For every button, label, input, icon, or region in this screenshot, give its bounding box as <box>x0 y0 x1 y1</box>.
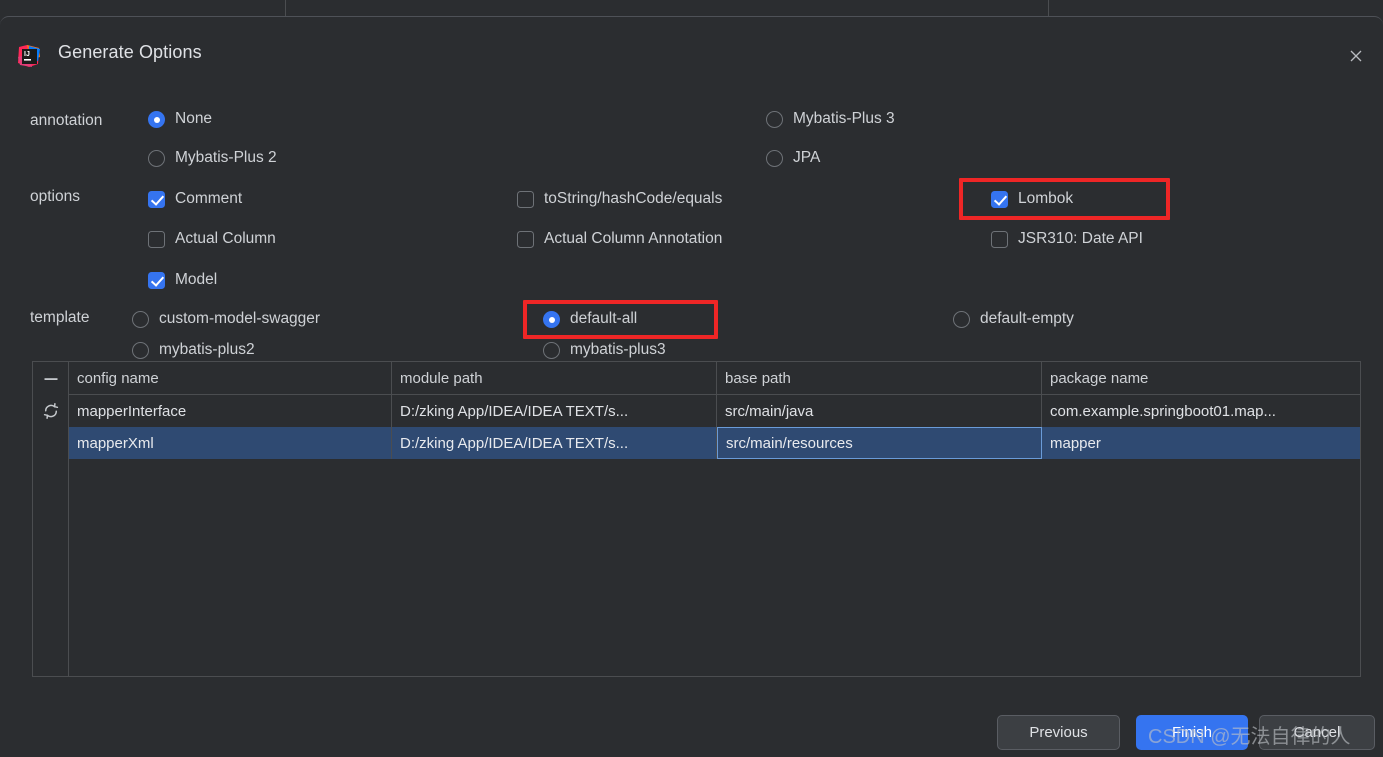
svg-text:IJ: IJ <box>24 51 30 58</box>
cell-base-path[interactable]: src/main/resources <box>717 427 1042 459</box>
config-table: config name module path base path packag… <box>32 361 1361 677</box>
checkbox-label: toString/hashCode/equals <box>544 190 723 208</box>
radio-template-default-empty[interactable]: default-empty <box>953 311 1074 328</box>
radio-annotation-jpa[interactable]: JPA <box>766 150 820 167</box>
table-body-area: config name module path base path packag… <box>69 362 1360 676</box>
checkbox-comment[interactable]: Comment <box>148 191 242 208</box>
checkbox-label: JSR310: Date API <box>1018 230 1143 248</box>
ide-strip-divider <box>1048 0 1049 16</box>
cell-config-name[interactable]: mapperInterface <box>69 395 392 427</box>
table-empty-space <box>69 459 1360 676</box>
finish-button[interactable]: Finish <box>1136 715 1248 750</box>
checkbox-label: Lombok <box>1018 190 1074 208</box>
table-header-base-path[interactable]: base path <box>717 362 1042 394</box>
radio-indicator <box>766 111 783 128</box>
checkbox-indicator <box>991 191 1008 208</box>
checkbox-actual-column-annotation[interactable]: Actual Column Annotation <box>517 231 722 248</box>
radio-indicator <box>766 150 783 167</box>
checkbox-model[interactable]: Model <box>148 272 217 289</box>
radio-indicator <box>543 311 560 328</box>
checkbox-indicator <box>148 231 165 248</box>
table-header-row: config name module path base path packag… <box>69 362 1360 395</box>
radio-label: Mybatis-Plus 2 <box>175 149 277 167</box>
checkbox-indicator <box>517 191 534 208</box>
checkbox-indicator <box>148 191 165 208</box>
radio-label: mybatis-plus3 <box>570 341 666 359</box>
minus-icon[interactable] <box>40 368 62 390</box>
checkbox-label: Comment <box>175 190 243 208</box>
radio-indicator <box>543 342 560 359</box>
checkbox-indicator <box>517 231 534 248</box>
radio-label: custom-model-swagger <box>159 310 321 328</box>
table-row[interactable]: mapperInterface D:/zking App/IDEA/IDEA T… <box>69 395 1360 427</box>
ide-strip-divider <box>285 0 286 16</box>
radio-annotation-mybatis-plus-3[interactable]: Mybatis-Plus 3 <box>766 111 895 128</box>
radio-annotation-mybatis-plus-2[interactable]: Mybatis-Plus 2 <box>148 150 277 167</box>
checkbox-indicator <box>991 231 1008 248</box>
table-gutter-toolbar <box>33 362 69 676</box>
cell-config-name[interactable]: mapperXml <box>69 427 392 459</box>
radio-indicator <box>953 311 970 328</box>
checkbox-indicator <box>148 272 165 289</box>
checkbox-label: Actual Column <box>175 230 276 248</box>
checkbox-label: Model <box>175 271 218 289</box>
radio-indicator <box>148 111 165 128</box>
radio-indicator <box>148 150 165 167</box>
checkbox-label: Actual Column Annotation <box>544 230 723 248</box>
radio-label: mybatis-plus2 <box>159 341 255 359</box>
radio-label: Mybatis-Plus 3 <box>793 110 895 128</box>
previous-button[interactable]: Previous <box>997 715 1120 750</box>
checkbox-actual-column[interactable]: Actual Column <box>148 231 276 248</box>
template-row-label: template <box>30 309 90 326</box>
intellij-idea-logo-icon: IJ <box>16 43 42 69</box>
checkbox-lombok[interactable]: Lombok <box>991 191 1073 208</box>
radio-template-custom-model-swagger[interactable]: custom-model-swagger <box>132 311 320 328</box>
radio-label: default-all <box>570 310 638 328</box>
table-header-module-path[interactable]: module path <box>392 362 717 394</box>
close-icon[interactable] <box>1339 39 1373 73</box>
radio-label: default-empty <box>980 310 1074 328</box>
generate-options-dialog: IJ Generate Options annotation None Myba… <box>0 16 1383 757</box>
cancel-button[interactable]: Cancel <box>1259 715 1375 750</box>
checkbox-jsr310-date-api[interactable]: JSR310: Date API <box>991 231 1143 248</box>
table-header-config-name[interactable]: config name <box>69 362 392 394</box>
radio-indicator <box>132 342 149 359</box>
annotation-row-label: annotation <box>30 112 103 129</box>
radio-indicator <box>132 311 149 328</box>
cell-package-name[interactable]: com.example.springboot01.map... <box>1042 395 1360 427</box>
cell-base-path[interactable]: src/main/java <box>717 395 1042 427</box>
radio-template-mybatis-plus2[interactable]: mybatis-plus2 <box>132 342 255 359</box>
cell-module-path[interactable]: D:/zking App/IDEA/IDEA TEXT/s... <box>392 395 717 427</box>
radio-template-default-all[interactable]: default-all <box>543 311 637 328</box>
radio-template-mybatis-plus3[interactable]: mybatis-plus3 <box>543 342 666 359</box>
table-row[interactable]: mapperXml D:/zking App/IDEA/IDEA TEXT/s.… <box>69 427 1360 459</box>
dialog-title: Generate Options <box>58 42 202 62</box>
table-header-package-name[interactable]: package name <box>1042 362 1360 394</box>
checkbox-tostring-hashcode-equals[interactable]: toString/hashCode/equals <box>517 191 722 208</box>
radio-label: JPA <box>793 149 821 167</box>
radio-annotation-none[interactable]: None <box>148 111 212 128</box>
radio-label: None <box>175 110 213 128</box>
dialog-titlebar: IJ Generate Options <box>0 17 1383 67</box>
cell-module-path[interactable]: D:/zking App/IDEA/IDEA TEXT/s... <box>392 427 717 459</box>
ide-top-strip <box>0 0 1383 16</box>
cell-package-name[interactable]: mapper <box>1042 427 1360 459</box>
refresh-icon[interactable] <box>40 400 62 422</box>
options-row-label: options <box>30 188 80 205</box>
